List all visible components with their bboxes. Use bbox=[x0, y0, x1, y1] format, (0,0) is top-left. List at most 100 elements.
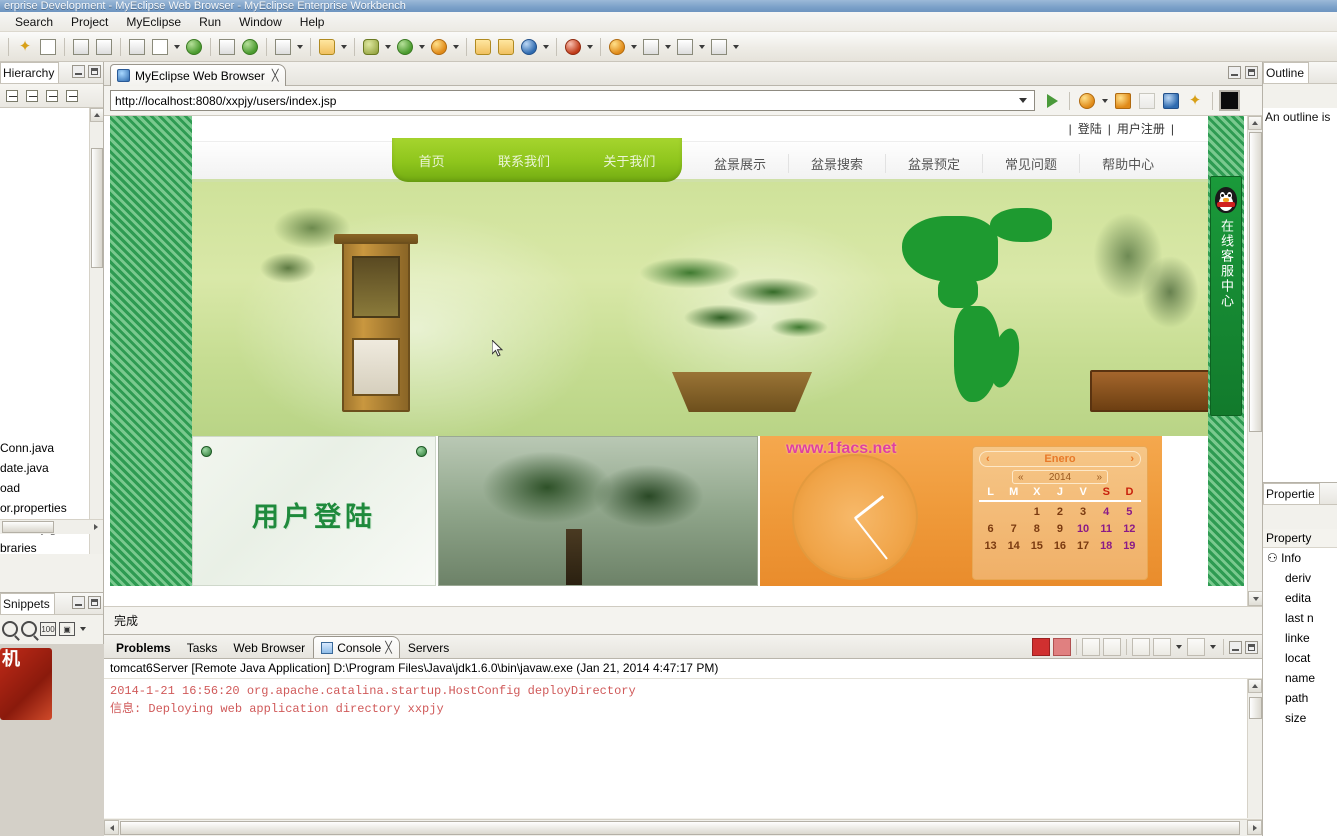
tab-properties[interactable]: Propertie bbox=[1263, 483, 1320, 504]
focus-icon[interactable] bbox=[43, 87, 61, 105]
clear-console-icon[interactable] bbox=[1082, 638, 1100, 656]
tab-snippets[interactable]: Snippets bbox=[0, 593, 55, 614]
view-menu-icon[interactable] bbox=[63, 87, 81, 105]
zoom-out-icon[interactable] bbox=[2, 621, 18, 637]
tree-item[interactable]: Conn.java bbox=[0, 438, 103, 458]
hierarchy-vertical-scrollbar[interactable] bbox=[89, 108, 103, 554]
tab-hierarchy[interactable]: Hierarchy bbox=[0, 62, 60, 83]
new-class-icon[interactable] bbox=[518, 36, 540, 58]
deploy-dropdown-icon[interactable] bbox=[172, 36, 182, 58]
collapse-all-icon[interactable] bbox=[3, 87, 21, 105]
tree-item[interactable]: or.properties bbox=[0, 498, 103, 518]
perspective-dropdown-icon[interactable] bbox=[295, 36, 305, 58]
zoom-in-icon[interactable] bbox=[21, 621, 37, 637]
cal-day[interactable]: 19 bbox=[1118, 538, 1141, 555]
menu-item-myeclipse[interactable]: MyEclipse bbox=[117, 14, 190, 30]
cal-day[interactable]: 4 bbox=[1095, 504, 1118, 521]
scroll-thumb[interactable] bbox=[1249, 697, 1262, 719]
deploy-icon[interactable] bbox=[149, 36, 171, 58]
page-vertical-scrollbar[interactable] bbox=[1247, 116, 1262, 606]
calendar-next-year-icon[interactable]: » bbox=[1096, 472, 1102, 483]
scroll-left-icon[interactable] bbox=[104, 820, 119, 835]
tab-servers[interactable]: Servers bbox=[400, 636, 457, 658]
nav-item-home[interactable]: 首页 bbox=[419, 151, 445, 170]
nav-item-booking[interactable]: 盆景预定 bbox=[886, 153, 984, 173]
maximize-icon[interactable] bbox=[1245, 640, 1258, 654]
next-annotation-dropdown-icon[interactable] bbox=[629, 36, 639, 58]
search-toolbar-icon[interactable] bbox=[562, 36, 584, 58]
scroll-up-icon[interactable] bbox=[1248, 116, 1262, 130]
calendar-next-month-icon[interactable]: › bbox=[1130, 453, 1134, 465]
link-editor-icon[interactable] bbox=[23, 87, 41, 105]
property-group-info[interactable]: ⚇ Info bbox=[1263, 548, 1337, 568]
menu-item-help[interactable]: Help bbox=[291, 14, 334, 30]
scroll-thumb[interactable] bbox=[91, 148, 103, 268]
zoom-100-icon[interactable]: 100 bbox=[40, 622, 56, 636]
url-input[interactable]: http://localhost:8080/xxpjy/users/index.… bbox=[110, 90, 1035, 111]
cal-day[interactable]: 17 bbox=[1072, 538, 1095, 555]
cal-day[interactable]: 1 bbox=[1025, 504, 1048, 521]
maximize-icon[interactable] bbox=[1245, 66, 1258, 79]
maximize-icon[interactable] bbox=[88, 596, 101, 609]
pin-console-icon[interactable] bbox=[1132, 638, 1150, 656]
cal-day[interactable]: 2 bbox=[1048, 504, 1071, 521]
back-arrow-icon[interactable] bbox=[216, 36, 238, 58]
tab-tasks[interactable]: Tasks bbox=[179, 636, 226, 658]
new-wizard-icon[interactable]: ✦ bbox=[14, 36, 36, 58]
cal-day[interactable]: 10 bbox=[1072, 521, 1095, 538]
menu-item-window[interactable]: Window bbox=[230, 14, 291, 30]
minimize-icon[interactable] bbox=[72, 65, 85, 78]
fullscreen-button[interactable] bbox=[1219, 90, 1240, 111]
export-icon[interactable] bbox=[93, 36, 115, 58]
calendar-prev-month-icon[interactable]: ‹ bbox=[986, 453, 990, 465]
run-icon[interactable] bbox=[394, 36, 416, 58]
scroll-thumb-horizontal[interactable] bbox=[120, 821, 1240, 835]
nav-item-display[interactable]: 盆景展示 bbox=[692, 153, 790, 173]
nav-item-search[interactable]: 盆景搜索 bbox=[789, 153, 887, 173]
snippets-menu-icon[interactable] bbox=[78, 618, 88, 640]
nav-item-help[interactable]: 帮助中心 bbox=[1080, 154, 1176, 173]
online-service-widget[interactable]: 在线客服中心 bbox=[1210, 176, 1242, 416]
console-horizontal-scrollbar[interactable] bbox=[104, 819, 1262, 836]
new-package-icon[interactable] bbox=[495, 36, 517, 58]
close-icon[interactable]: ╳ bbox=[272, 69, 279, 82]
menu-item-project[interactable]: Project bbox=[62, 14, 117, 30]
scroll-thumb-horizontal[interactable] bbox=[2, 521, 54, 533]
forward-history-dropdown-icon[interactable] bbox=[731, 36, 741, 58]
cal-day[interactable]: 6 bbox=[979, 521, 1002, 538]
tree-item[interactable]: oad bbox=[0, 478, 103, 498]
minimize-icon[interactable] bbox=[72, 596, 85, 609]
tab-console[interactable]: Console ╳ bbox=[313, 636, 400, 658]
browser-icon[interactable] bbox=[183, 36, 205, 58]
close-icon[interactable]: ╳ bbox=[385, 641, 392, 654]
console-output[interactable]: 2014-1-21 16:56:20 org.apache.catalina.s… bbox=[104, 679, 1262, 818]
run-dropdown-icon[interactable] bbox=[417, 36, 427, 58]
remove-launch-icon[interactable] bbox=[1053, 638, 1071, 656]
stop-icon[interactable] bbox=[1160, 90, 1182, 112]
nav-item-about[interactable]: 关于我们 bbox=[603, 151, 655, 170]
cal-day[interactable]: 16 bbox=[1048, 538, 1071, 555]
maximize-icon[interactable] bbox=[88, 65, 101, 78]
cal-day[interactable]: 15 bbox=[1025, 538, 1048, 555]
perspective-icon[interactable] bbox=[272, 36, 294, 58]
cal-day[interactable]: 7 bbox=[1002, 521, 1025, 538]
open-console-icon[interactable] bbox=[1187, 638, 1205, 656]
tab-web-browser-console[interactable]: Web Browser bbox=[225, 636, 313, 658]
hierarchy-tree[interactable]: Conn.java date.java oad or.properties n … bbox=[0, 108, 103, 554]
cal-day[interactable]: 18 bbox=[1095, 538, 1118, 555]
display-console-icon[interactable] bbox=[1153, 638, 1171, 656]
home-icon[interactable]: ✦ bbox=[1184, 90, 1206, 112]
scroll-up-icon[interactable] bbox=[1248, 679, 1262, 693]
refresh-icon[interactable] bbox=[1076, 90, 1098, 112]
server-icon[interactable] bbox=[239, 36, 261, 58]
new-class-dropdown-icon[interactable] bbox=[541, 36, 551, 58]
cal-day[interactable]: 3 bbox=[1072, 504, 1095, 521]
cal-day[interactable]: 11 bbox=[1095, 521, 1118, 538]
print-icon[interactable] bbox=[70, 36, 92, 58]
cal-day[interactable]: 5 bbox=[1118, 504, 1141, 521]
forward-icon[interactable] bbox=[1136, 90, 1158, 112]
prev-annotation-dropdown-icon[interactable] bbox=[663, 36, 673, 58]
scroll-up-icon[interactable] bbox=[90, 108, 103, 122]
save-icon[interactable] bbox=[37, 36, 59, 58]
nav-item-contact[interactable]: 联系我们 bbox=[498, 151, 550, 170]
